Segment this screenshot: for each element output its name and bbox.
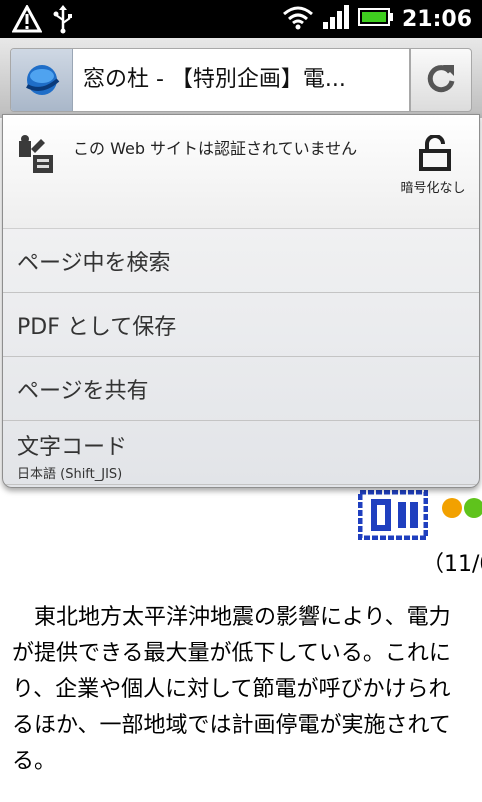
refresh-icon — [424, 61, 458, 99]
battery-icon — [357, 7, 394, 31]
article-line: る。 — [12, 749, 57, 774]
menu-item-text-encoding[interactable]: 文字コード 日本語 (Shift_JIS) — [3, 421, 479, 485]
article-line: り、企業や個人に対して節電が呼びかけられ — [12, 677, 451, 702]
menu-item-label: ページを共有 — [17, 379, 149, 404]
menu-item-save-pdf[interactable]: PDF として保存 — [3, 293, 479, 357]
browser-toolbar: 窓の杜 - 【特別企画】電... — [0, 38, 482, 118]
encoding-value: 日本語 (Shift_JIS) — [17, 467, 123, 482]
status-bar: 21:06 — [0, 0, 482, 38]
url-bar[interactable]: 窓の杜 - 【特別企画】電... — [10, 48, 410, 112]
article-body: 東北地方太平洋沖地震の影響により、電力 が提供できる最大量が低下している。これに… — [12, 600, 482, 780]
menu-item-share-page[interactable]: ページを共有 — [3, 357, 479, 421]
menu-item-label: 文字コード — [17, 435, 128, 460]
logo-dot-fragment — [440, 496, 482, 520]
encryption-status: 暗号化なし — [400, 181, 466, 196]
signal-icon — [322, 4, 350, 34]
globe-icon[interactable] — [11, 49, 73, 111]
alert-triangle-icon — [11, 3, 43, 37]
menu-item-label: ページ中を検索 — [17, 251, 171, 276]
page-menu: この Web サイトは認証されていません 暗号化なし ページ中を検索 PDF と… — [2, 114, 480, 488]
page-title[interactable]: 窓の杜 - 【特別企画】電... — [83, 49, 346, 111]
menu-item-label: PDF として保存 — [17, 315, 177, 340]
certificate-info[interactable]: この Web サイトは認証されていません 暗号化なし — [3, 115, 479, 229]
unlocked-icon — [409, 134, 461, 175]
clock: 21:06 — [401, 6, 472, 32]
menu-item-find-in-page[interactable]: ページ中を検索 — [3, 229, 479, 293]
article-line: が提供できる最大量が低下している。これに — [12, 641, 451, 666]
certificate-message: この Web サイトは認証されていません — [73, 139, 358, 158]
article-line: 東北地方太平洋沖地震の影響により、電力 — [12, 605, 451, 630]
article-line: るほか、一部地域では計画停電が実施されて — [12, 713, 451, 738]
site-logo-fragment — [357, 489, 429, 541]
wifi-icon — [282, 4, 314, 34]
reload-button[interactable] — [410, 48, 472, 112]
usb-icon — [52, 4, 74, 38]
certificate-icon — [17, 135, 57, 179]
article-date: （11/0 — [422, 552, 482, 577]
